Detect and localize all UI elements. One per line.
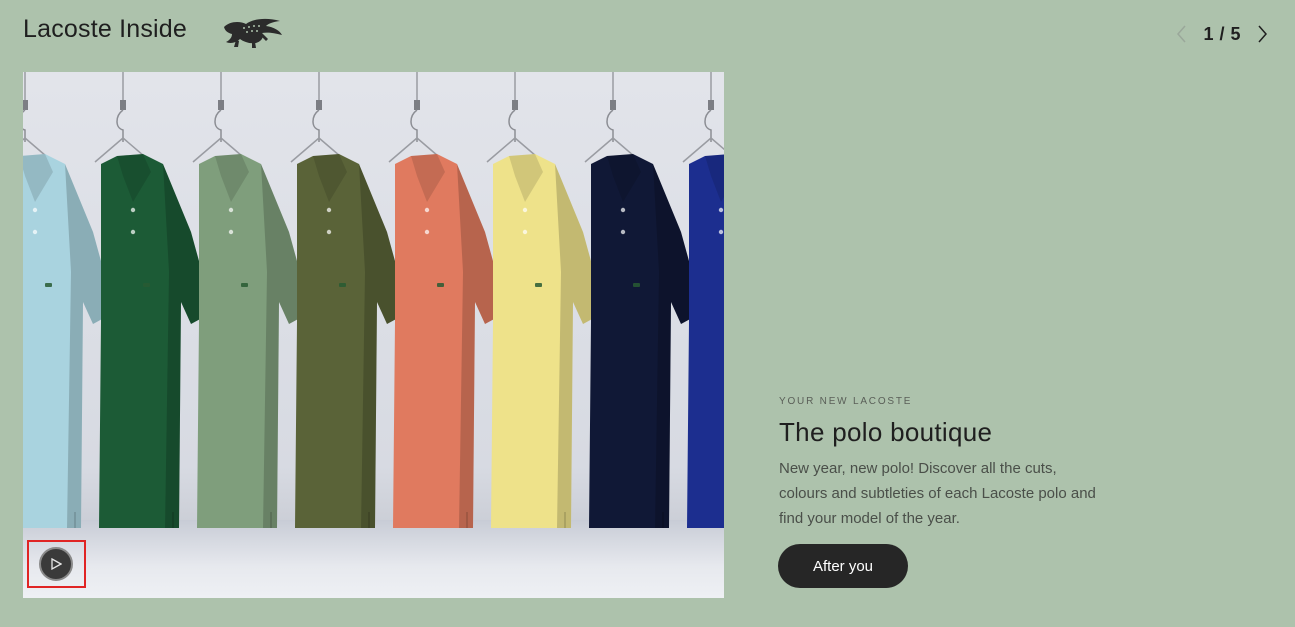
polo-shirt xyxy=(192,72,311,528)
previous-slide-button[interactable] xyxy=(1171,20,1193,48)
next-slide-button[interactable] xyxy=(1251,20,1273,48)
section-header: Lacoste Inside 1 / 5 xyxy=(0,0,1295,70)
crocodile-logo-icon xyxy=(224,18,282,48)
play-video-button[interactable] xyxy=(39,547,73,581)
play-icon xyxy=(51,558,62,570)
section-title: Lacoste Inside xyxy=(23,15,188,43)
carousel-pager: 1 / 5 xyxy=(1171,20,1273,48)
eyebrow-label: YOUR NEW LACOSTE xyxy=(779,396,913,407)
slide-counter: 1 / 5 xyxy=(1203,23,1241,44)
chevron-right-icon xyxy=(1258,25,1267,43)
polo-shirts-illustration xyxy=(23,72,724,528)
hero-image xyxy=(23,72,724,598)
polo-shirt xyxy=(584,72,703,528)
polo-shirt xyxy=(94,72,213,528)
chevron-left-icon xyxy=(1177,25,1187,43)
promo-text-block: YOUR NEW LACOSTE The polo boutique New y… xyxy=(779,396,1109,531)
polo-shirt xyxy=(290,72,409,528)
promo-heading: The polo boutique xyxy=(779,417,993,447)
polo-shirt xyxy=(682,72,724,528)
promo-description: New year, new polo! Discover all the cut… xyxy=(779,460,1096,527)
polo-shirt xyxy=(486,72,605,528)
polo-shirt xyxy=(388,72,507,528)
after-you-button[interactable]: After you xyxy=(778,544,908,588)
